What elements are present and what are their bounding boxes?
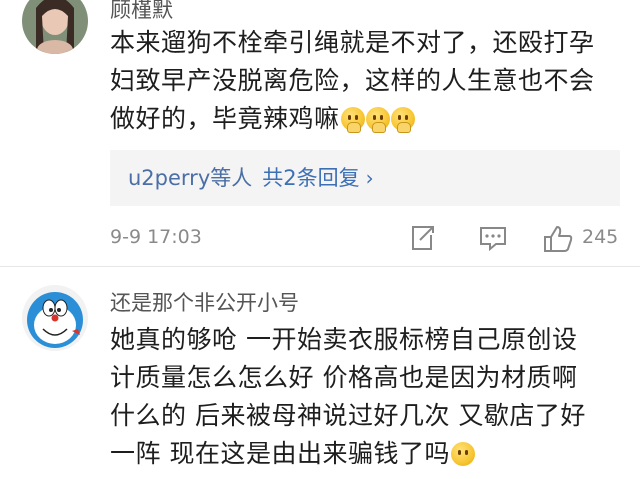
comment-item: 还是那个非公开小号 她真的够呛 一开始卖衣服标榜自己原创设 计质量怎么怎么好 价… [0,267,640,479]
comment-text: 本来遛狗不栓牵引绳就是不对了，还殴打孕 妇致早产没脱离危险，这样的人生意也不会 … [110,24,620,138]
hand-over-mouth-emoji [340,107,365,133]
comment-text-line: 一阵 现在这是由出来骗钱了吗 [110,435,620,473]
comment-text-line: 本来遛狗不栓牵引绳就是不对了，还殴打孕 [110,28,595,57]
like-count: 245 [582,226,619,248]
comment-text-line: 她真的够呛 一开始卖衣服标榜自己原创设 [110,325,578,354]
hand-over-mouth-emoji [390,107,415,133]
reply-users[interactable]: u2perry等人 [128,166,252,190]
replies-preview[interactable]: u2perry等人 共2条回复 › [110,150,620,206]
comment-meta: 9-9 17:03 245 [110,222,620,256]
avatar[interactable] [22,285,88,351]
comment-icon[interactable] [478,224,508,252]
comment-text: 她真的够呛 一开始卖衣服标榜自己原创设 计质量怎么怎么好 价格高也是因为材质啊 … [110,321,620,473]
comment-item: 顾槿默 本来遛狗不栓牵引绳就是不对了，还殴打孕 妇致早产没脱离危险，这样的人生意… [0,0,640,266]
forward-icon[interactable] [408,224,436,252]
comment-username[interactable]: 顾槿默 [110,0,173,24]
reply-count[interactable]: 共2条回复 [262,166,359,190]
comment-text-line: 计质量怎么怎么好 价格高也是因为材质啊 [110,363,578,392]
comment-username[interactable]: 还是那个非公开小号 [110,287,299,317]
thumbs-up-icon[interactable] [542,224,574,254]
comment-text-line: 妇致早产没脱离危险，这样的人生意也不会 [110,66,595,95]
avatar[interactable] [22,0,88,54]
chevron-right-icon: › [365,166,374,190]
comment-text-line: 什么的 后来被母神说过好几次 又歇店了好 [110,401,586,430]
comment-text-line: 做好的，毕竟辣鸡嘛 [110,100,620,138]
hand-over-mouth-emoji [365,107,390,133]
sweat-smile-emoji [450,442,475,466]
timestamp: 9-9 17:03 [110,226,202,248]
